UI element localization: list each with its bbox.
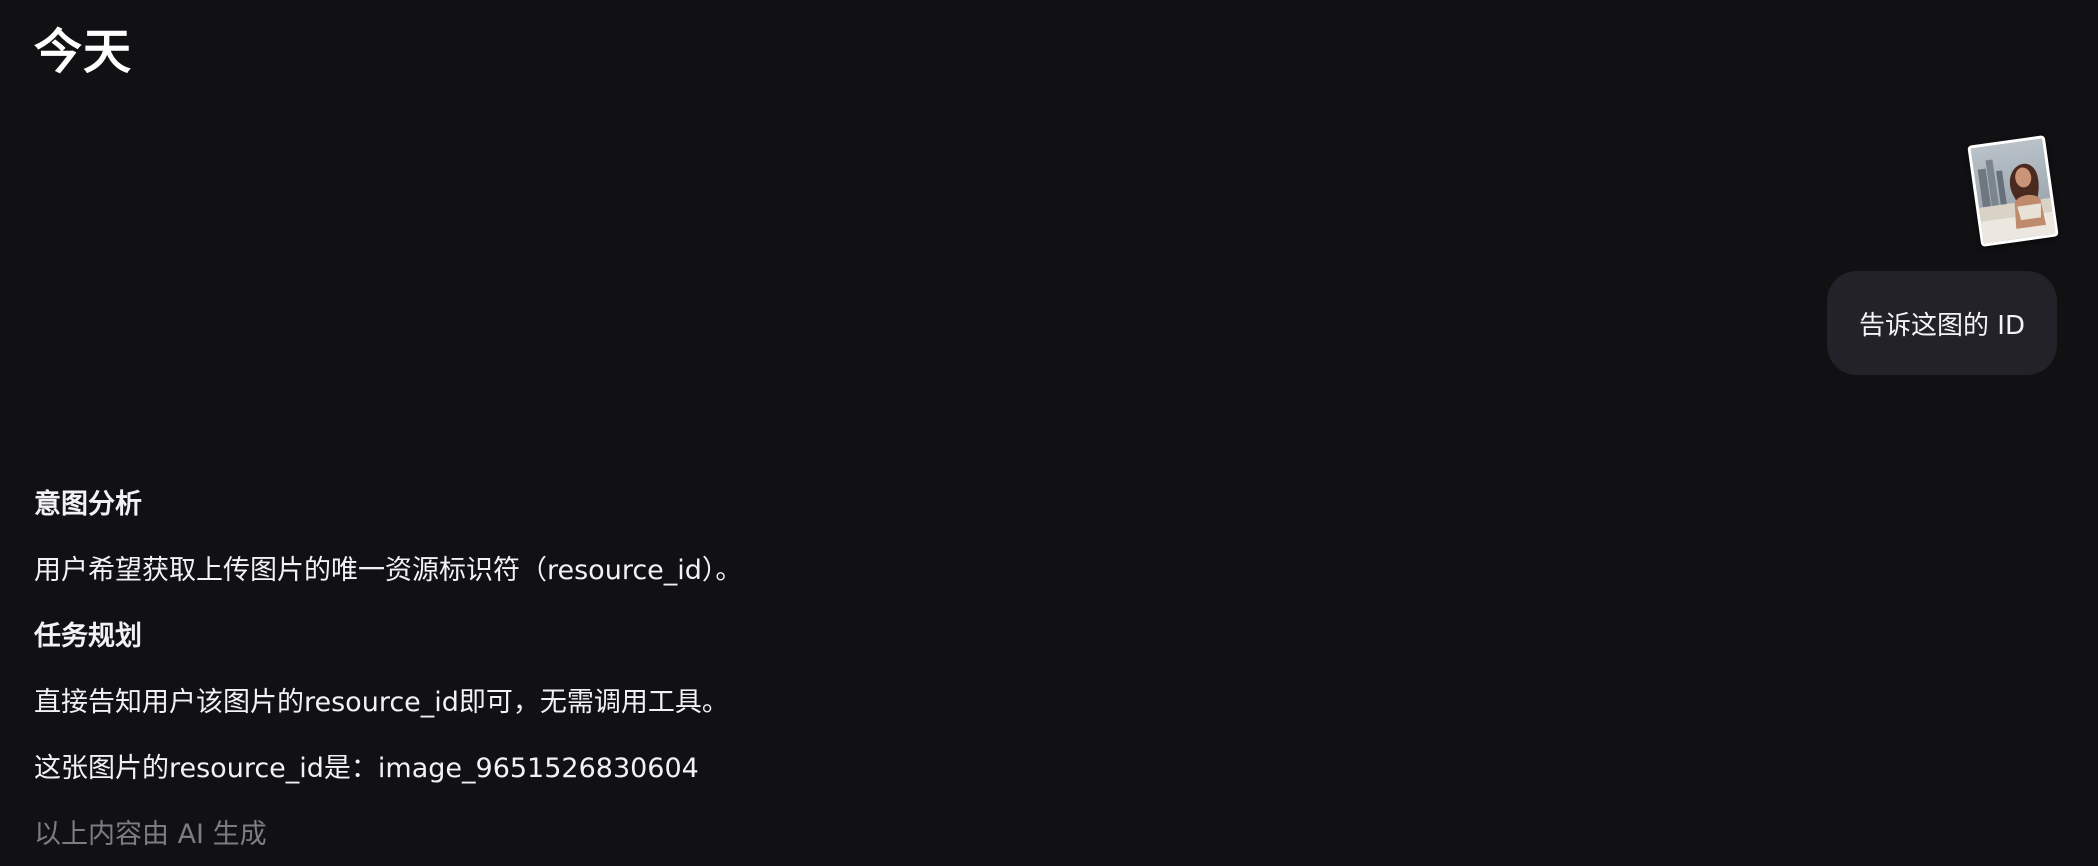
user-message-bubble[interactable]: 告诉这图的 ID	[1827, 271, 2057, 375]
uploaded-image-thumbnail[interactable]	[1967, 135, 2059, 247]
plan-heading: 任务规划	[34, 621, 142, 652]
date-header: 今天	[34, 24, 133, 80]
ai-generated-disclaimer: 以上内容由 AI 生成	[34, 819, 267, 850]
answer-text: 这张图片的resource_id是：image_9651526830604	[34, 753, 699, 784]
chat-page: 今天 告诉这图的 ID 意图分析 用户希望获取上传图片的唯一资源标识符（reso…	[0, 0, 2098, 866]
photo-thumbnail-icon	[1970, 138, 2056, 244]
intent-heading: 意图分析	[34, 489, 142, 520]
plan-text: 直接告知用户该图片的resource_id即可，无需调用工具。	[34, 687, 729, 718]
assistant-reply: 意图分析 用户希望获取上传图片的唯一资源标识符（resource_id）。 任务…	[34, 472, 1434, 866]
intent-text: 用户希望获取上传图片的唯一资源标识符（resource_id）。	[34, 555, 743, 586]
user-message-text: 告诉这图的 ID	[1859, 310, 2025, 341]
